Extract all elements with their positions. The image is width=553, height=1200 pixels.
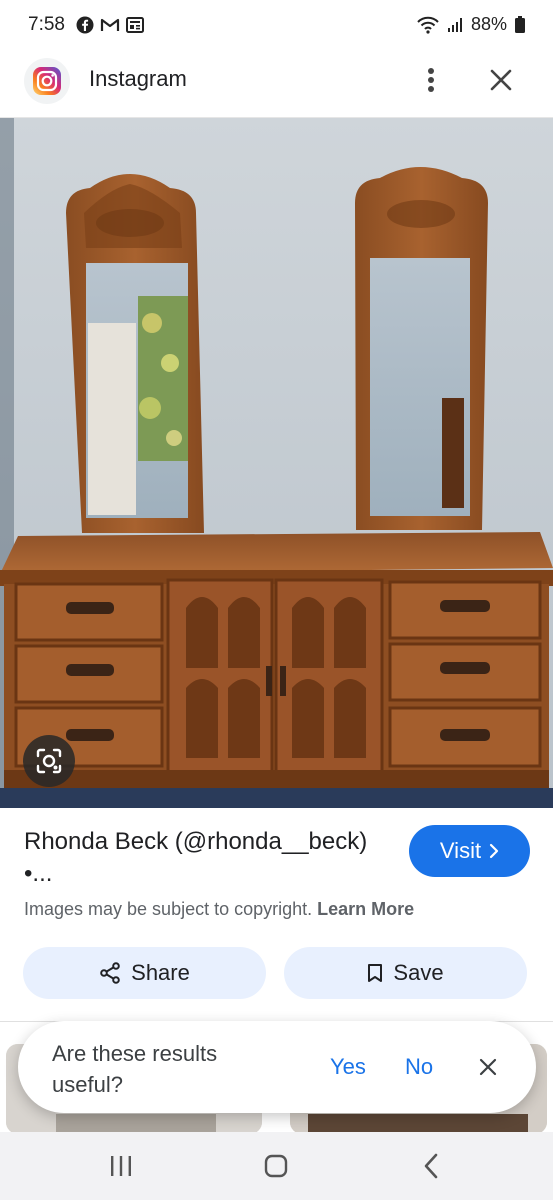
battery-icon xyxy=(515,16,525,33)
status-notification-icons xyxy=(76,16,144,34)
save-label: Save xyxy=(393,960,444,985)
status-bar: 7:58 88% xyxy=(0,0,553,52)
recent-apps-button[interactable] xyxy=(91,1146,151,1186)
chevron-right-icon xyxy=(489,843,499,859)
learn-more-link[interactable]: Learn More xyxy=(317,899,414,919)
feedback-yes-button[interactable]: Yes xyxy=(330,1054,366,1080)
more-vert-icon xyxy=(428,68,434,92)
dresser-photo xyxy=(0,118,553,808)
battery-percent: 88% xyxy=(470,14,507,34)
share-label: Share xyxy=(131,960,190,985)
visit-button[interactable]: Visit xyxy=(409,825,530,877)
status-system-icons: 88% xyxy=(417,14,525,35)
share-icon xyxy=(100,962,120,984)
status-time: 7:58 xyxy=(28,14,65,35)
facebook-icon xyxy=(76,16,94,34)
close-icon xyxy=(479,1058,497,1076)
feedback-no-button[interactable]: No xyxy=(405,1054,433,1080)
lens-search-button[interactable] xyxy=(23,735,75,787)
feedback-question: Are these results useful? xyxy=(52,1041,218,1097)
feedback-close-button[interactable] xyxy=(473,1052,503,1082)
recent-apps-icon xyxy=(111,1156,131,1176)
app-header: Instagram xyxy=(0,52,553,118)
back-icon xyxy=(424,1153,438,1179)
save-button[interactable]: Save xyxy=(284,947,527,999)
visit-label: Visit xyxy=(439,838,482,863)
close-button[interactable] xyxy=(483,60,519,100)
lens-icon xyxy=(36,748,62,774)
gmail-icon xyxy=(100,18,120,31)
app-title: Instagram xyxy=(89,66,187,91)
result-image[interactable] xyxy=(0,118,553,808)
bookmark-icon xyxy=(368,964,383,982)
copyright-text: Images may be subject to copyright. xyxy=(24,899,313,919)
wifi-icon xyxy=(417,16,439,34)
back-button[interactable] xyxy=(401,1146,461,1186)
signal-icon xyxy=(447,17,462,32)
copyright-notice: Images may be subject to copyright. Lear… xyxy=(24,899,414,920)
close-icon xyxy=(490,69,512,91)
share-button[interactable]: Share xyxy=(23,947,266,999)
result-title[interactable]: Rhonda Beck (@rhonda__beck) •... xyxy=(24,826,384,890)
home-icon xyxy=(264,1154,288,1178)
system-nav-bar xyxy=(0,1132,553,1200)
feedback-toast: Are these results useful? Yes No xyxy=(18,1021,536,1113)
home-button[interactable] xyxy=(246,1146,306,1186)
app-favicon xyxy=(24,58,70,104)
instagram-icon xyxy=(33,67,61,95)
more-options-button[interactable] xyxy=(416,60,446,100)
news-icon xyxy=(126,17,144,33)
